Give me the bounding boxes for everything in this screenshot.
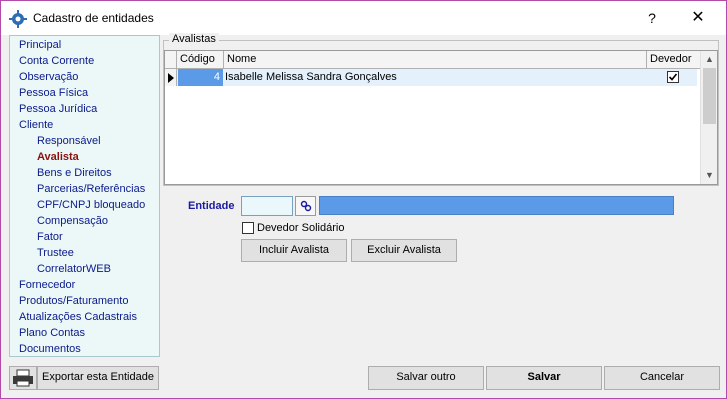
cell-codigo[interactable]: 4 bbox=[178, 69, 223, 86]
scroll-down-arrow-icon[interactable]: ▼ bbox=[701, 167, 718, 184]
sidebar-item-principal[interactable]: Principal bbox=[19, 39, 61, 51]
sidebar-item-trustee[interactable]: Trustee bbox=[37, 247, 74, 259]
scroll-up-arrow-icon[interactable]: ▲ bbox=[701, 51, 718, 68]
entity-register-window: Cadastro de entidades ? ✕ Principal Cont… bbox=[0, 0, 727, 399]
sidebar-item-correlatorweb[interactable]: CorrelatorWEB bbox=[37, 263, 111, 275]
sidebar-item-cpf-cnpj-bloqueado[interactable]: CPF/CNPJ bloqueado bbox=[37, 199, 145, 211]
sidebar-item-plano-contas[interactable]: Plano Contas bbox=[19, 327, 85, 339]
entidade-description-field[interactable] bbox=[319, 196, 674, 215]
cancelar-button[interactable]: Cancelar bbox=[604, 366, 720, 390]
sidebar-item-bens-direitos[interactable]: Bens e Direitos bbox=[37, 167, 112, 179]
column-header-codigo[interactable]: Código bbox=[177, 51, 224, 68]
row-indicator bbox=[165, 69, 177, 86]
entidade-label: Entidade bbox=[188, 200, 235, 212]
devedor-solidario-checkbox[interactable] bbox=[242, 222, 254, 234]
column-header-nome[interactable]: Nome bbox=[224, 51, 647, 68]
cell-nome[interactable]: Isabelle Melissa Sandra Gonçalves bbox=[225, 69, 397, 86]
sidebar-item-documentos[interactable]: Documentos bbox=[19, 343, 81, 355]
sidebar-item-conta-corrente[interactable]: Conta Corrente bbox=[19, 55, 94, 67]
title-bar: Cadastro de entidades ? ✕ bbox=[1, 1, 726, 35]
sidebar-item-responsavel[interactable]: Responsável bbox=[37, 135, 101, 147]
excluir-avalista-button[interactable]: Excluir Avalista bbox=[351, 239, 457, 262]
cell-devedor-checkbox[interactable] bbox=[667, 71, 679, 83]
sidebar-item-avalista[interactable]: Avalista bbox=[37, 151, 79, 163]
grid-header-indicator bbox=[165, 51, 177, 68]
salvar-button[interactable]: Salvar bbox=[486, 366, 602, 390]
sidebar-item-cliente[interactable]: Cliente bbox=[19, 119, 53, 131]
section-sidebar: Principal Conta Corrente Observação Pess… bbox=[9, 35, 160, 357]
current-row-arrow-icon bbox=[168, 73, 174, 83]
incluir-avalista-button[interactable]: Incluir Avalista bbox=[241, 239, 347, 262]
avalistas-grid[interactable]: Código Nome Devedor 4 Isabelle Melissa S… bbox=[164, 50, 718, 185]
printer-button[interactable] bbox=[9, 366, 37, 390]
sidebar-item-atualizacoes-cadastrais[interactable]: Atualizações Cadastrais bbox=[19, 311, 137, 323]
sidebar-item-fator[interactable]: Fator bbox=[37, 231, 63, 243]
column-header-devedor[interactable]: Devedor bbox=[647, 51, 700, 68]
devedor-solidario-label[interactable]: Devedor Solidário bbox=[257, 222, 344, 234]
table-row[interactable]: 4 Isabelle Melissa Sandra Gonçalves bbox=[177, 69, 697, 86]
gear-app-icon bbox=[9, 10, 27, 28]
scroll-thumb[interactable] bbox=[703, 68, 716, 124]
printer-icon bbox=[13, 369, 33, 387]
avalistas-group-label: Avalistas bbox=[169, 33, 219, 45]
sidebar-item-produtos-faturamento[interactable]: Produtos/Faturamento bbox=[19, 295, 128, 307]
lookup-icon bbox=[300, 200, 311, 212]
entidade-code-input[interactable] bbox=[241, 196, 293, 216]
sidebar-item-parcerias[interactable]: Parcerias/Referências bbox=[37, 183, 145, 195]
exportar-entidade-button[interactable]: Exportar esta Entidade bbox=[37, 366, 159, 390]
close-button[interactable]: ✕ bbox=[681, 7, 715, 29]
entidade-lookup-button[interactable] bbox=[295, 196, 316, 216]
salvar-outro-button[interactable]: Salvar outro bbox=[368, 366, 484, 390]
sidebar-item-observacao[interactable]: Observação bbox=[19, 71, 78, 83]
grid-vertical-scrollbar[interactable]: ▲ ▼ bbox=[700, 51, 717, 184]
sidebar-item-compensacao[interactable]: Compensação bbox=[37, 215, 108, 227]
sidebar-item-pessoa-juridica[interactable]: Pessoa Jurídica bbox=[19, 103, 97, 115]
checkmark-icon bbox=[668, 73, 678, 81]
sidebar-item-fornecedor[interactable]: Fornecedor bbox=[19, 279, 75, 291]
window-title: Cadastro de entidades bbox=[33, 11, 154, 25]
sidebar-item-pessoa-fisica[interactable]: Pessoa Física bbox=[19, 87, 88, 99]
help-button[interactable]: ? bbox=[637, 7, 667, 29]
grid-header: Código Nome Devedor bbox=[165, 51, 700, 69]
